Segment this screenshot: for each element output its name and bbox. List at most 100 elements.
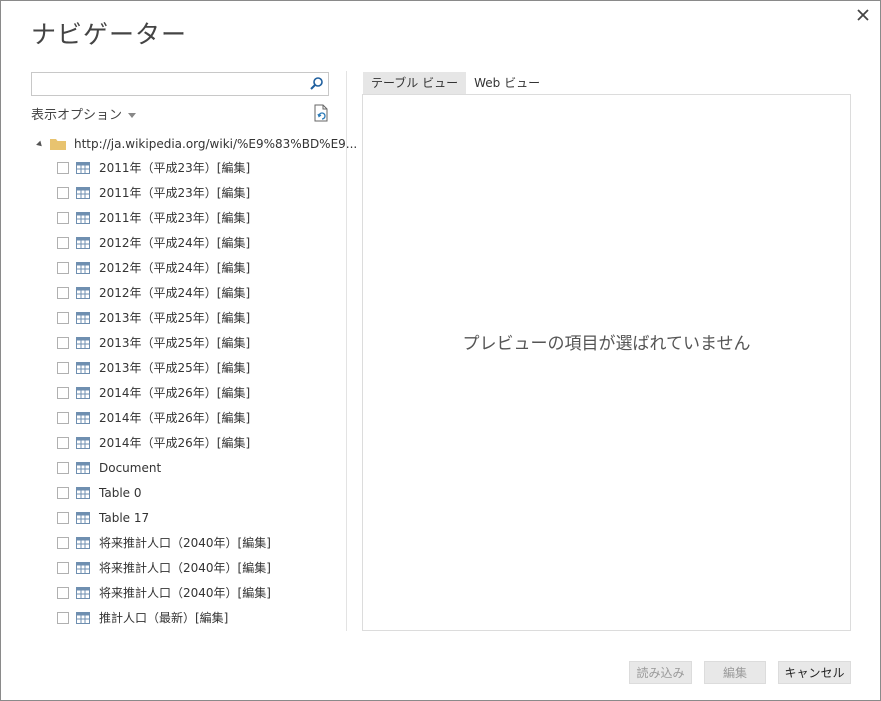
- table-icon: [76, 436, 90, 449]
- tree-item[interactable]: 2014年（平成26年）[編集]: [57, 405, 271, 430]
- tree-item[interactable]: Table 0: [57, 480, 271, 505]
- tree-item-label: 2011年（平成23年）[編集]: [99, 186, 251, 200]
- table-icon: [76, 586, 90, 599]
- close-icon[interactable]: [854, 6, 872, 24]
- table-icon: [76, 611, 90, 624]
- tree-item-label: 将来推計人口（2040年）[編集]: [99, 536, 271, 550]
- tree-item-label: 2014年（平成26年）[編集]: [99, 386, 251, 400]
- tree-item[interactable]: Document: [57, 455, 271, 480]
- tree-item-label: Table 17: [99, 510, 150, 525]
- item-checkbox[interactable]: [57, 511, 69, 524]
- table-icon: [76, 311, 90, 324]
- table-icon: [76, 486, 90, 499]
- search-box: [31, 72, 329, 96]
- table-icon: [76, 236, 90, 249]
- tree-item-label: 2012年（平成24年）[編集]: [99, 286, 251, 300]
- tree-item[interactable]: 2011年（平成23年）[編集]: [57, 155, 271, 180]
- item-checkbox[interactable]: [57, 561, 69, 574]
- table-icon: [76, 261, 90, 274]
- expand-triangle-icon[interactable]: [36, 140, 44, 148]
- tree-item[interactable]: 2013年（平成25年）[編集]: [57, 305, 271, 330]
- pane-divider: [346, 71, 347, 631]
- item-checkbox[interactable]: [57, 236, 69, 249]
- item-checkbox[interactable]: [57, 461, 69, 474]
- table-icon: [76, 461, 90, 474]
- tree-item-label: 2014年（平成26年）[編集]: [99, 411, 251, 425]
- item-checkbox[interactable]: [57, 611, 69, 624]
- tree-root-label: http://ja.wikipedia.org/wiki/%E9%83%BD%E…: [74, 137, 358, 151]
- table-icon: [76, 561, 90, 574]
- tree-item-label: 2013年（平成25年）[編集]: [99, 336, 251, 350]
- preview-tabs: テーブル ビュー Web ビュー: [363, 72, 548, 94]
- item-checkbox[interactable]: [57, 486, 69, 499]
- tree-items-list: 2011年（平成23年）[編集] 2011年（平成23年）[編集] 2011年（平成…: [57, 155, 271, 630]
- tree-item[interactable]: 推計人口（最新）[編集]: [57, 605, 271, 630]
- tree-root-node[interactable]: http://ja.wikipedia.org/wiki/%E9%83%BD%E…: [36, 135, 358, 153]
- preview-empty-message: プレビューの項目が選ばれていません: [462, 334, 751, 354]
- tree-item[interactable]: 2013年（平成25年）[編集]: [57, 330, 271, 355]
- edit-button[interactable]: 編集: [704, 661, 766, 684]
- table-icon: [76, 211, 90, 224]
- refresh-icon[interactable]: [313, 104, 329, 122]
- item-checkbox[interactable]: [57, 386, 69, 399]
- table-icon: [76, 286, 90, 299]
- cancel-button[interactable]: キャンセル: [778, 661, 851, 684]
- tree-item[interactable]: 2011年（平成23年）[編集]: [57, 180, 271, 205]
- tab-web-view[interactable]: Web ビュー: [466, 72, 548, 94]
- display-options-dropdown[interactable]: 表示オプション: [31, 104, 137, 123]
- tree-item-label: 2012年（平成24年）[編集]: [99, 261, 251, 275]
- item-checkbox[interactable]: [57, 211, 69, 224]
- tree-item[interactable]: 将来推計人口（2040年）[編集]: [57, 580, 271, 605]
- table-icon: [76, 536, 90, 549]
- chevron-down-icon: [128, 113, 137, 118]
- tab-table-view[interactable]: テーブル ビュー: [363, 72, 467, 94]
- navigator-dialog: ナビゲーター 表示オプション http://ja.wikipedia.org/w…: [0, 0, 881, 701]
- tree-item[interactable]: 2012年（平成24年）[編集]: [57, 255, 271, 280]
- item-checkbox[interactable]: [57, 311, 69, 324]
- item-checkbox[interactable]: [57, 436, 69, 449]
- table-icon: [76, 361, 90, 374]
- tree-item-label: 2011年（平成23年）[編集]: [99, 161, 251, 175]
- tree-item[interactable]: 2014年（平成26年）[編集]: [57, 430, 271, 455]
- tree-item-label: 将来推計人口（2040年）[編集]: [99, 561, 271, 575]
- item-checkbox[interactable]: [57, 586, 69, 599]
- tree-item[interactable]: 将来推計人口（2040年）[編集]: [57, 530, 271, 555]
- table-icon: [76, 511, 90, 524]
- tree-item-label: Table 0: [99, 485, 142, 500]
- search-input[interactable]: [32, 74, 310, 94]
- item-checkbox[interactable]: [57, 536, 69, 549]
- tree-item-label: 2014年（平成26年）[編集]: [99, 436, 251, 450]
- table-icon: [76, 386, 90, 399]
- tree-item[interactable]: Table 17: [57, 505, 271, 530]
- item-checkbox[interactable]: [57, 361, 69, 374]
- table-icon: [76, 186, 90, 199]
- tree-item-label: 2013年（平成25年）[編集]: [99, 311, 251, 325]
- item-checkbox[interactable]: [57, 261, 69, 274]
- item-checkbox[interactable]: [57, 411, 69, 424]
- item-checkbox[interactable]: [57, 286, 69, 299]
- tree-item[interactable]: 2011年（平成23年）[編集]: [57, 205, 271, 230]
- item-checkbox[interactable]: [57, 186, 69, 199]
- table-icon: [76, 336, 90, 349]
- dialog-title: ナビゲーター: [31, 20, 188, 49]
- folder-icon: [50, 139, 66, 150]
- table-icon: [76, 411, 90, 424]
- tree-item-label: 2011年（平成23年）[編集]: [99, 211, 251, 225]
- item-checkbox[interactable]: [57, 336, 69, 349]
- tree-item[interactable]: 2013年（平成25年）[編集]: [57, 355, 271, 380]
- tree-item[interactable]: 将来推計人口（2040年）[編集]: [57, 555, 271, 580]
- tree-item[interactable]: 2012年（平成24年）[編集]: [57, 230, 271, 255]
- load-button[interactable]: 読み込み: [629, 661, 692, 684]
- tree-item-label: 推計人口（最新）[編集]: [99, 611, 229, 625]
- tree-item-label: Document: [99, 460, 162, 475]
- search-icon[interactable]: [309, 76, 324, 91]
- tree-item-label: 2013年（平成25年）[編集]: [99, 361, 251, 375]
- tree-item[interactable]: 2014年（平成26年）[編集]: [57, 380, 271, 405]
- tree-item-label: 将来推計人口（2040年）[編集]: [99, 586, 271, 600]
- preview-pane: プレビューの項目が選ばれていません: [362, 94, 851, 631]
- display-options-label: 表示オプション: [31, 108, 123, 123]
- tree-item-label: 2012年（平成24年）[編集]: [99, 236, 251, 250]
- item-checkbox[interactable]: [57, 161, 69, 174]
- table-icon: [76, 161, 90, 174]
- tree-item[interactable]: 2012年（平成24年）[編集]: [57, 280, 271, 305]
